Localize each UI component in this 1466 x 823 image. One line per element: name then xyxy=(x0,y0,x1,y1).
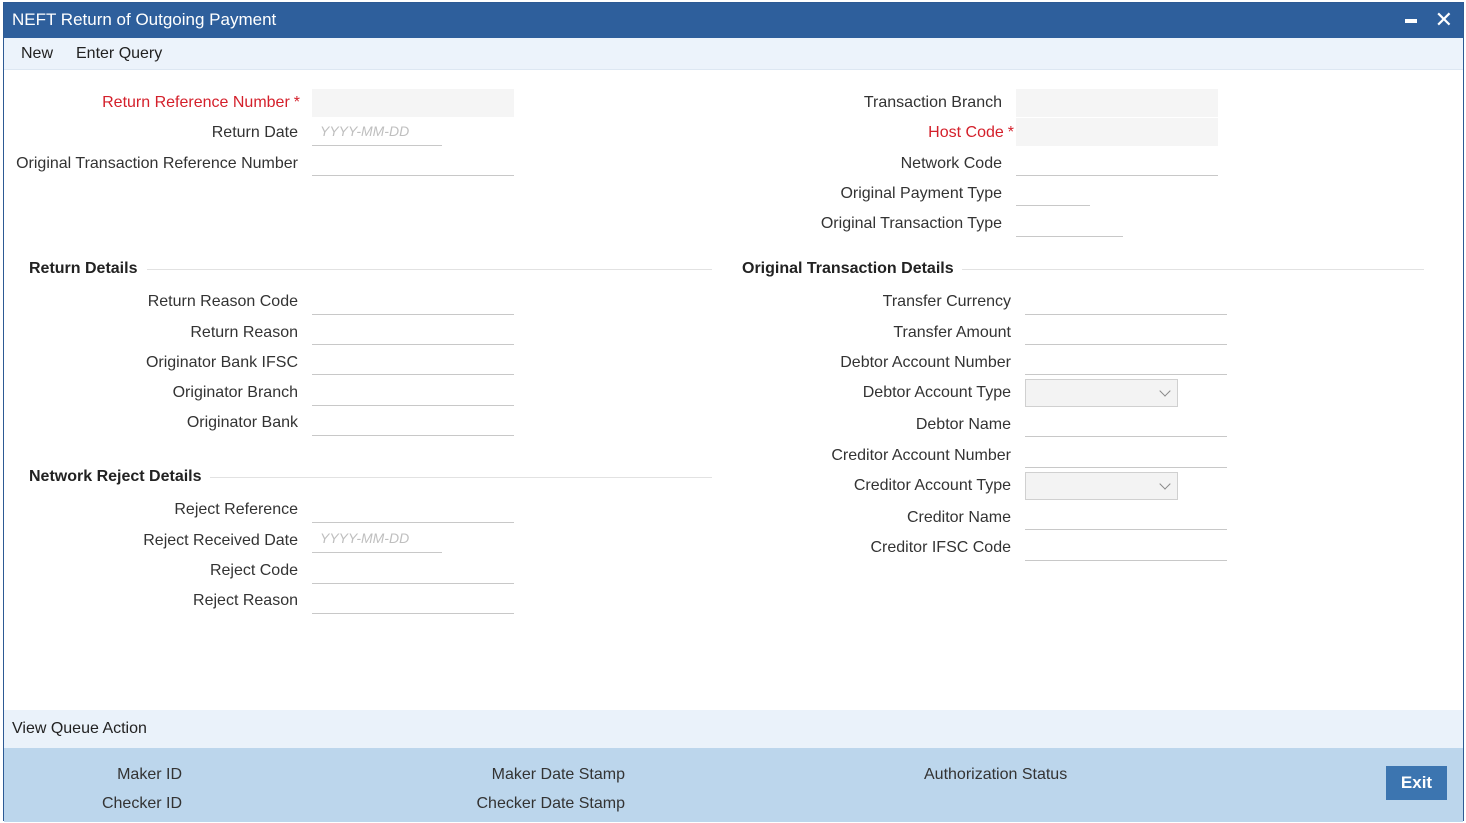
orig-payment-type-label: Original Payment Type xyxy=(840,185,1002,202)
orig-txn-type-input[interactable] xyxy=(1016,209,1123,237)
debtor-name-label: Debtor Name xyxy=(915,416,1011,433)
menu-enter-query[interactable]: Enter Query xyxy=(76,45,162,63)
originator-bank-input[interactable] xyxy=(312,408,514,436)
transfer-currency-input[interactable] xyxy=(1025,287,1227,315)
title-bar: NEFT Return of Outgoing Payment ✕ xyxy=(4,3,1463,38)
creditor-name-label: Creditor Name xyxy=(906,509,1011,526)
queue-action-bar: View Queue Action xyxy=(4,710,1463,748)
chevron-down-icon xyxy=(1159,385,1171,397)
reject-code-input[interactable] xyxy=(312,556,514,584)
debtor-account-type-label: Debtor Account Type xyxy=(862,384,1011,401)
originator-bank-ifsc-label: Originator Bank IFSC xyxy=(145,354,298,371)
authorization-status-label: Authorization Status xyxy=(924,766,1068,783)
creditor-ifsc-input[interactable] xyxy=(1025,533,1227,561)
creditor-ifsc-label: Creditor IFSC Code xyxy=(870,539,1012,556)
creditor-account-number-label: Creditor Account Number xyxy=(831,447,1011,464)
orig-txn-details-divider xyxy=(962,269,1424,270)
debtor-account-number-label: Debtor Account Number xyxy=(840,354,1011,371)
close-icon[interactable]: ✕ xyxy=(1435,8,1453,32)
debtor-name-input[interactable] xyxy=(1025,409,1227,437)
creditor-account-type-select[interactable] xyxy=(1025,472,1178,500)
menu-bar: New Enter Query xyxy=(4,38,1463,70)
transfer-amount-input[interactable] xyxy=(1025,317,1227,345)
debtor-account-type-select[interactable] xyxy=(1025,379,1178,407)
return-date-input[interactable]: YYYY-MM-DD xyxy=(312,118,442,146)
transfer-amount-label: Transfer Amount xyxy=(893,324,1011,341)
reject-code-label: Reject Code xyxy=(209,562,298,579)
neft-return-window: NEFT Return of Outgoing Payment ✕ New En… xyxy=(3,2,1464,822)
reject-reference-label: Reject Reference xyxy=(174,501,298,518)
return-ref-label: Return Reference Number * xyxy=(102,94,300,111)
network-reject-divider xyxy=(210,477,712,478)
creditor-name-input[interactable] xyxy=(1025,502,1227,530)
chevron-down-icon xyxy=(1159,478,1171,490)
originator-branch-label: Originator Branch xyxy=(172,384,298,401)
checker-id-label: Checker ID xyxy=(101,795,182,812)
audit-footer: Maker ID Checker ID Maker Date Stamp Che… xyxy=(4,748,1463,822)
maker-id-label: Maker ID xyxy=(117,766,182,783)
originator-bank-ifsc-input[interactable] xyxy=(312,347,514,375)
debtor-account-number-input[interactable] xyxy=(1025,347,1227,375)
host-code-input[interactable] xyxy=(1016,118,1218,146)
return-reason-code-input[interactable] xyxy=(312,287,514,315)
view-queue-action-link[interactable]: View Queue Action xyxy=(12,720,147,738)
return-details-title: Return Details xyxy=(29,260,138,277)
return-reason-code-label: Return Reason Code xyxy=(147,293,298,310)
return-details-divider xyxy=(147,269,712,270)
window-title: NEFT Return of Outgoing Payment xyxy=(12,10,277,29)
creditor-account-number-input[interactable] xyxy=(1025,440,1227,468)
txn-branch-input[interactable] xyxy=(1016,89,1218,117)
reject-reason-label: Reject Reason xyxy=(193,592,298,609)
transfer-currency-label: Transfer Currency xyxy=(882,293,1011,310)
return-ref-input[interactable] xyxy=(312,89,514,117)
reject-date-placeholder: YYYY-MM-DD xyxy=(320,530,410,546)
exit-button[interactable]: Exit xyxy=(1386,766,1447,800)
originator-bank-label: Originator Bank xyxy=(186,414,298,431)
maker-date-stamp-label: Maker Date Stamp xyxy=(491,766,625,783)
reject-received-date-input[interactable]: YYYY-MM-DD xyxy=(312,525,442,553)
reject-reason-input[interactable] xyxy=(312,586,514,614)
network-reject-title: Network Reject Details xyxy=(29,468,202,485)
network-code-input[interactable] xyxy=(1016,148,1218,176)
orig-payment-type-input[interactable] xyxy=(1016,178,1090,206)
return-date-placeholder: YYYY-MM-DD xyxy=(320,123,410,139)
orig-txn-type-label: Original Transaction Type xyxy=(820,215,1002,232)
network-code-label: Network Code xyxy=(900,155,1002,172)
originator-branch-input[interactable] xyxy=(312,378,514,406)
creditor-account-type-label: Creditor Account Type xyxy=(853,477,1011,494)
orig-txn-details-title: Original Transaction Details xyxy=(742,260,954,277)
menu-new[interactable]: New xyxy=(21,45,53,63)
orig-txn-ref-input[interactable] xyxy=(312,148,514,176)
reject-received-date-label: Reject Received Date xyxy=(143,532,298,549)
return-reason-label: Return Reason xyxy=(190,324,298,341)
host-code-label: Host Code * xyxy=(928,124,1014,141)
minimize-icon[interactable] xyxy=(1405,19,1417,23)
txn-branch-label: Transaction Branch xyxy=(863,94,1002,111)
reject-reference-input[interactable] xyxy=(312,495,514,523)
orig-txn-ref-label: Original Transaction Reference Number xyxy=(16,155,298,172)
checker-date-stamp-label: Checker Date Stamp xyxy=(476,795,625,812)
return-date-label: Return Date xyxy=(211,124,298,141)
return-reason-input[interactable] xyxy=(312,317,514,345)
